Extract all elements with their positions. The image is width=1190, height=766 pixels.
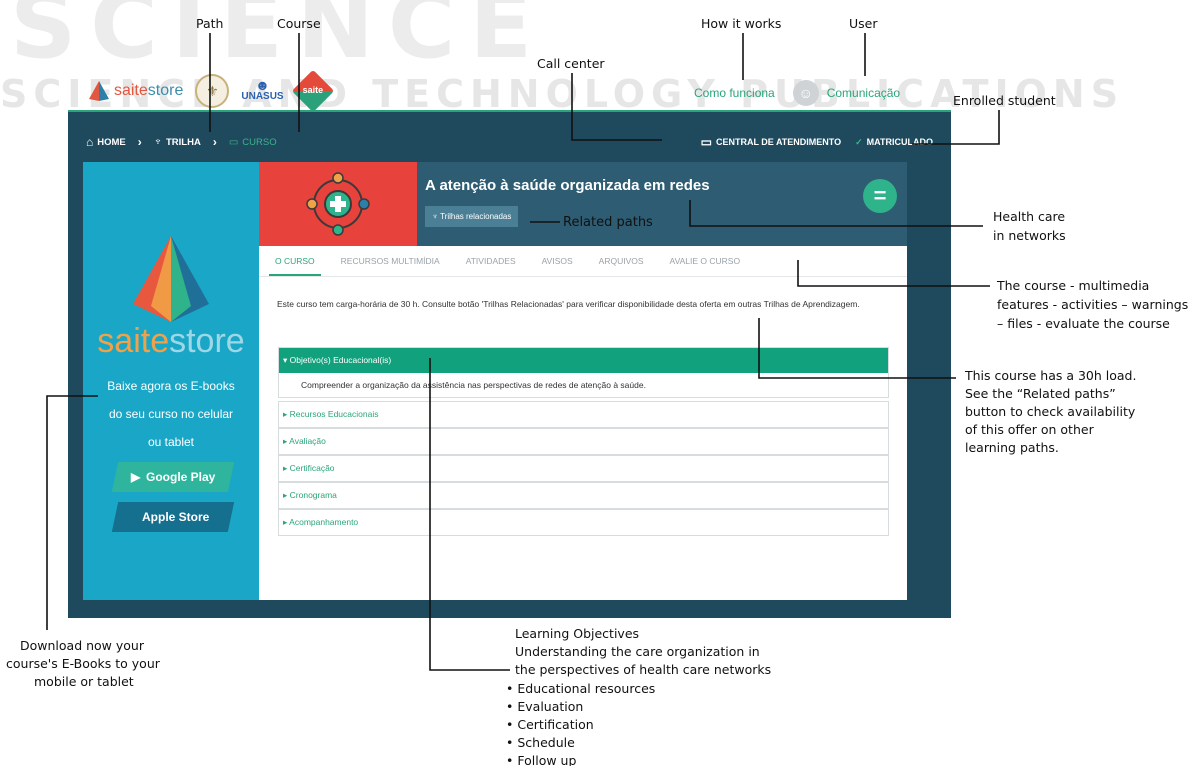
annotation-download-1: Download now your — [20, 638, 144, 653]
annotation-bullet: Evaluation — [506, 698, 655, 716]
annotation-path: Path — [196, 16, 224, 31]
annotation-download-2: course's E-Books to your — [6, 656, 160, 671]
annotation-bullet: Schedule — [506, 734, 655, 752]
annotation-load-5: learning paths. — [965, 440, 1059, 455]
annotation-bullet: Certification — [506, 716, 655, 734]
annotation-bullet: Educational resources — [506, 680, 655, 698]
annotation-load-3: button to check availability — [965, 404, 1136, 419]
annotation-health-care-1: Health care — [993, 209, 1066, 224]
annotation-load-2: See the “Related paths” — [965, 386, 1116, 401]
annotation-health-care-2: in networks — [993, 228, 1066, 243]
annotation-load-4: of this offer on other — [965, 422, 1094, 437]
annotation-enrolled-student: Enrolled student — [953, 93, 1056, 108]
annotation-tabs-2: features - activities – warnings — [997, 297, 1189, 312]
annotation-bullet: Follow up — [506, 752, 655, 766]
annotation-user: User — [849, 16, 878, 31]
annotation-objectives-2: Understanding the care organization in — [515, 644, 760, 659]
annotation-objectives-3: the perspectives of health care networks — [515, 662, 772, 677]
annotation-bullet-list: Educational resources Evaluation Certifi… — [506, 680, 655, 766]
annotation-how-it-works: How it works — [701, 16, 782, 31]
annotation-related-paths: Related paths — [563, 215, 653, 230]
annotation-download-3: mobile or tablet — [34, 674, 134, 689]
annotation-objectives-1: Learning Objectives — [515, 626, 640, 641]
annotation-course: Course — [277, 16, 321, 31]
annotation-tabs-1: The course - multimedia — [997, 278, 1150, 293]
annotation-call-center: Call center — [537, 56, 605, 71]
annotation-tabs-3: – files - evaluate the course — [997, 316, 1170, 331]
annotation-load-1: This course has a 30h load. — [965, 368, 1137, 383]
